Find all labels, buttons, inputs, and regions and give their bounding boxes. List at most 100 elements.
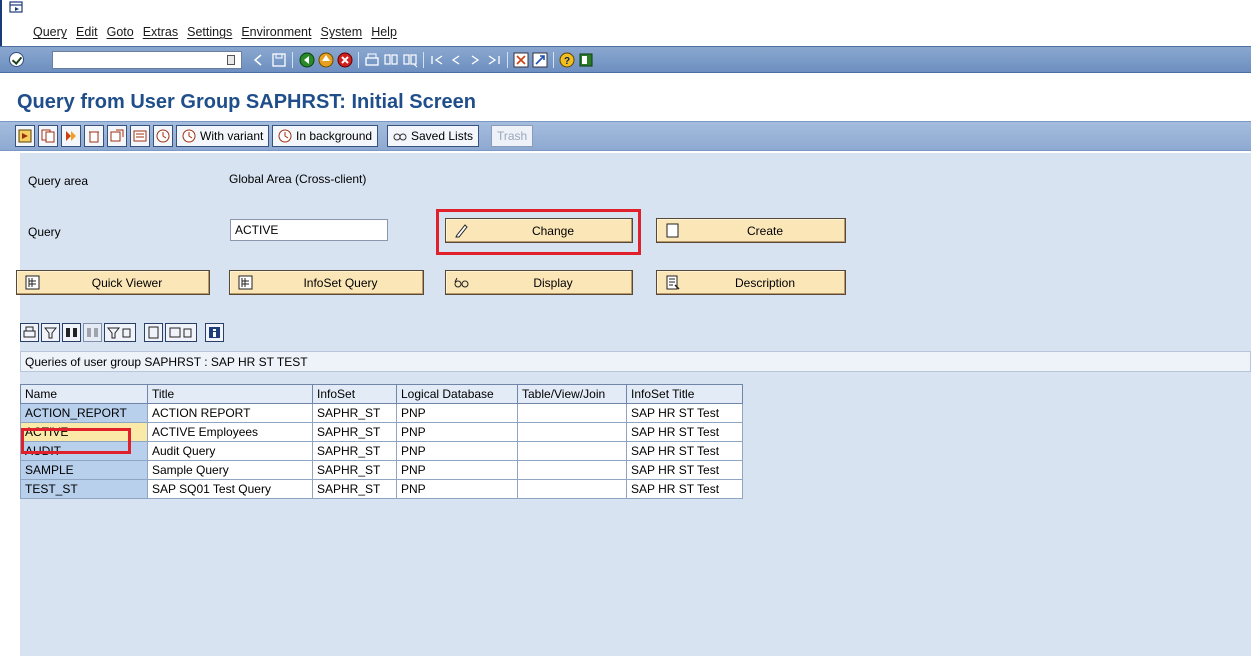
delete-icon-button[interactable] (84, 125, 104, 147)
cell-title[interactable]: SAP SQ01 Test Query (147, 479, 313, 499)
column-header-title[interactable]: Title (147, 384, 313, 404)
filter-icon[interactable] (41, 323, 60, 342)
cell-table-view-join[interactable] (517, 460, 627, 480)
menu-environment[interactable]: Environment (241, 25, 311, 39)
trash-label: Trash (497, 129, 528, 143)
saved-lists-button[interactable]: Saved Lists (387, 125, 480, 147)
cell-infoset[interactable]: SAPHR_ST (312, 479, 397, 499)
cell-logical-database[interactable]: PNP (396, 460, 518, 480)
cell-infoset[interactable]: SAPHR_ST (312, 403, 397, 423)
command-field[interactable] (52, 51, 242, 69)
first-page-icon[interactable] (429, 52, 445, 68)
rename-icon-button[interactable] (61, 125, 81, 147)
table-row[interactable]: SAMPLE Sample Query SAPHR_ST PNP SAP HR … (20, 460, 743, 480)
cell-infoset-title[interactable]: SAP HR ST Test (626, 479, 743, 499)
cell-infoset-title[interactable]: SAP HR ST Test (626, 441, 743, 461)
menu-system[interactable]: System (321, 25, 363, 39)
cell-name[interactable]: ACTION_REPORT (20, 403, 148, 423)
copy-icon-button[interactable] (38, 125, 58, 147)
column-header-infoset-title[interactable]: InfoSet Title (626, 384, 743, 404)
print-icon[interactable] (20, 323, 39, 342)
create-session-icon[interactable] (513, 52, 529, 68)
in-background-button[interactable]: In background (272, 125, 379, 147)
transport-icon-button[interactable] (107, 125, 127, 147)
last-page-icon[interactable] (486, 52, 502, 68)
create-button[interactable]: Create (656, 218, 846, 243)
with-variant-button[interactable]: With variant (176, 125, 270, 147)
cancel-icon[interactable] (337, 52, 353, 68)
find-next-icon[interactable] (402, 52, 418, 68)
active-row-highlight-box (21, 428, 131, 454)
cell-logical-database[interactable]: PNP (396, 403, 518, 423)
menu-bar: Query Edit Goto Extras Settings Environm… (0, 0, 1251, 46)
menu-goto[interactable]: Goto (107, 25, 134, 39)
shortcut-icon[interactable] (532, 52, 548, 68)
enter-icon[interactable] (9, 52, 24, 67)
help-icon[interactable]: ? (559, 52, 575, 68)
execute-icon-button[interactable] (15, 125, 35, 147)
cell-title[interactable]: Audit Query (147, 441, 313, 461)
layout-icon[interactable] (578, 52, 594, 68)
cell-logical-database[interactable]: PNP (396, 422, 518, 442)
cell-logical-database[interactable]: PNP (396, 441, 518, 461)
cell-infoset-title[interactable]: SAP HR ST Test (626, 403, 743, 423)
quick-viewer-label: Quick Viewer (91, 275, 163, 290)
query-field[interactable] (230, 219, 388, 241)
column-header-table-view-join[interactable]: Table/View/Join (517, 384, 627, 404)
menu-items: Query Edit Goto Extras Settings Environm… (33, 25, 406, 39)
info-icon[interactable] (205, 323, 224, 342)
back-nav-icon[interactable] (299, 52, 315, 68)
infoset-query-button[interactable]: InfoSet Query (229, 270, 424, 295)
table-row[interactable]: ACTION_REPORT ACTION REPORT SAPHR_ST PNP… (20, 403, 743, 423)
main-area: Query area Global Area (Cross-client) Qu… (0, 153, 1251, 656)
table-row[interactable]: TEST_ST SAP SQ01 Test Query SAPHR_ST PNP… (20, 479, 743, 499)
find-next-icon[interactable] (83, 323, 102, 342)
display-button[interactable]: Display (445, 270, 633, 295)
query-label: Query (28, 225, 61, 239)
menu-settings[interactable]: Settings (187, 25, 232, 39)
menu-edit[interactable]: Edit (76, 25, 98, 39)
export-icon[interactable] (165, 323, 197, 342)
back-icon[interactable] (251, 52, 267, 68)
menu-help[interactable]: Help (371, 25, 397, 39)
column-header-name[interactable]: Name (20, 384, 148, 404)
previous-page-icon[interactable] (448, 52, 464, 68)
menu-icon[interactable] (9, 1, 23, 13)
print-icon[interactable] (364, 52, 380, 68)
column-header-infoset[interactable]: InfoSet (312, 384, 397, 404)
next-page-icon[interactable] (467, 52, 483, 68)
cell-table-view-join[interactable] (517, 422, 627, 442)
cell-infoset-title[interactable]: SAP HR ST Test (626, 460, 743, 480)
exit-icon[interactable] (318, 52, 334, 68)
cell-title[interactable]: Sample Query (147, 460, 313, 480)
find-icon[interactable] (62, 323, 81, 342)
command-history-icon[interactable] (227, 55, 235, 65)
clock-execute-icon (278, 129, 292, 143)
execute-run-icon-button[interactable] (153, 125, 173, 147)
save-icon[interactable] (271, 52, 287, 68)
menu-query[interactable]: Query (33, 25, 67, 39)
cell-infoset[interactable]: SAPHR_ST (312, 441, 397, 461)
cell-table-view-join[interactable] (517, 441, 627, 461)
cell-infoset[interactable]: SAPHR_ST (312, 422, 397, 442)
description-button[interactable]: Description (656, 270, 846, 295)
cell-title[interactable]: ACTIVE Employees (147, 422, 313, 442)
cell-table-view-join[interactable] (517, 403, 627, 423)
cell-title[interactable]: ACTION REPORT (147, 403, 313, 423)
query-input[interactable] (235, 223, 383, 237)
cell-infoset[interactable]: SAPHR_ST (312, 460, 397, 480)
command-input[interactable] (53, 52, 213, 68)
set-filter-icon[interactable] (104, 323, 136, 342)
cell-logical-database[interactable]: PNP (396, 479, 518, 499)
menu-extras[interactable]: Extras (143, 25, 178, 39)
find-icon[interactable] (383, 52, 399, 68)
quick-viewer-button[interactable]: Quick Viewer (16, 270, 210, 295)
column-header-logical-database[interactable]: Logical Database (396, 384, 518, 404)
cell-name[interactable]: TEST_ST (20, 479, 148, 499)
cell-name[interactable]: SAMPLE (20, 460, 148, 480)
left-margin (0, 153, 20, 656)
print-preview-icon[interactable] (144, 323, 163, 342)
cell-infoset-title[interactable]: SAP HR ST Test (626, 422, 743, 442)
cell-table-view-join[interactable] (517, 479, 627, 499)
display-list-icon-button[interactable] (130, 125, 150, 147)
